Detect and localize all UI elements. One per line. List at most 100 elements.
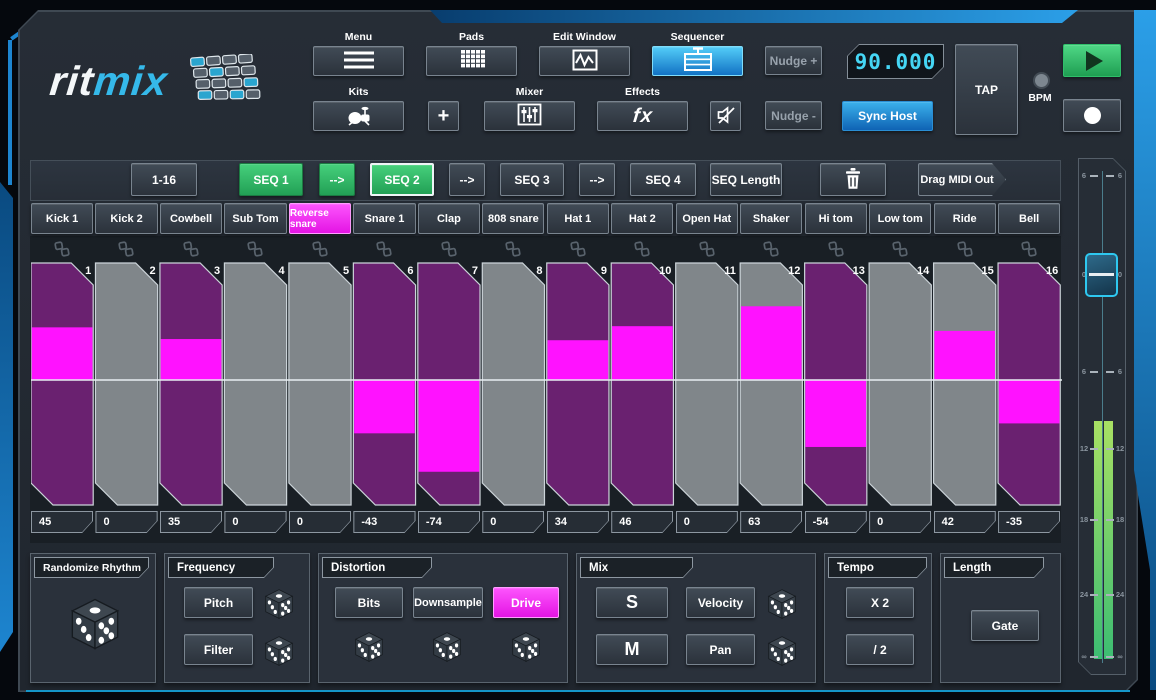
track-link-icon[interactable] xyxy=(698,240,716,258)
step-column-6[interactable]: 6 xyxy=(353,263,415,505)
downsample-dice-button[interactable] xyxy=(430,630,464,669)
nudge-minus-button[interactable]: Nudge - xyxy=(765,101,822,130)
drag-midi-out-handle[interactable]: Drag MIDI Out xyxy=(918,163,1006,196)
bits-dice-button[interactable] xyxy=(352,630,386,669)
track-button-ride[interactable]: Ride xyxy=(934,203,996,234)
track-link-icon[interactable] xyxy=(440,240,458,258)
track-link-icon[interactable] xyxy=(311,240,329,258)
track-link-icon[interactable] xyxy=(375,240,393,258)
track-link-icon[interactable] xyxy=(117,240,135,258)
track-button-hi-tom[interactable]: Hi tom xyxy=(805,203,867,234)
track-button-shaker[interactable]: Shaker xyxy=(740,203,802,234)
step-value-box-4[interactable]: 0 xyxy=(224,511,286,533)
step-value-box-2[interactable]: 0 xyxy=(95,511,157,533)
step-column-11[interactable]: 11 xyxy=(676,263,738,505)
track-link-icon[interactable] xyxy=(762,240,780,258)
tap-tempo-button[interactable]: TAP xyxy=(955,44,1018,135)
track-button-open-hat[interactable]: Open Hat xyxy=(676,203,738,234)
step-value-box-15[interactable]: 42 xyxy=(934,511,996,533)
step-value-box-7[interactable]: -74 xyxy=(418,511,480,533)
step-column-5[interactable]: 5 xyxy=(289,263,351,505)
track-link-icon[interactable] xyxy=(182,240,200,258)
track-button-hat-1[interactable]: Hat 1 xyxy=(547,203,609,234)
step-column-15[interactable]: 15 xyxy=(934,263,996,505)
seq2-chain-arrow-button[interactable]: --> xyxy=(449,163,485,196)
track-button-hat-2[interactable]: Hat 2 xyxy=(611,203,673,234)
fader-handle[interactable] xyxy=(1085,253,1118,297)
step-column-2[interactable]: 2 xyxy=(95,263,157,505)
seq4-button[interactable]: SEQ 4 xyxy=(630,163,696,196)
mute-button[interactable] xyxy=(710,101,741,131)
record-button[interactable] xyxy=(1063,99,1121,132)
step-range-button[interactable]: 1-16 xyxy=(131,163,197,196)
step-value-box-6[interactable]: -43 xyxy=(353,511,415,533)
pitch-button[interactable]: Pitch xyxy=(184,587,253,618)
seq3-chain-arrow-button[interactable]: --> xyxy=(579,163,615,196)
seq1-chain-arrow-button[interactable]: --> xyxy=(319,163,355,196)
step-value-box-16[interactable]: -35 xyxy=(998,511,1060,533)
bpm-led-indicator[interactable] xyxy=(1033,72,1050,89)
track-link-icon[interactable] xyxy=(956,240,974,258)
step-value-box-10[interactable]: 46 xyxy=(611,511,673,533)
step-column-3[interactable]: 3 xyxy=(160,263,222,505)
track-button-low-tom[interactable]: Low tom xyxy=(869,203,931,234)
nudge-plus-button[interactable]: Nudge + xyxy=(765,46,822,75)
track-link-icon[interactable] xyxy=(246,240,264,258)
track-button-clap[interactable]: Clap xyxy=(418,203,480,234)
step-column-7[interactable]: 7 xyxy=(418,263,480,505)
tempo-half-button[interactable]: / 2 xyxy=(846,634,914,665)
mute-track-button[interactable]: M xyxy=(596,634,668,665)
tempo-double-button[interactable]: X 2 xyxy=(846,587,914,618)
track-button-kick-1[interactable]: Kick 1 xyxy=(31,203,93,234)
step-value-box-12[interactable]: 63 xyxy=(740,511,802,533)
filter-button[interactable]: Filter xyxy=(184,634,253,665)
pan-button[interactable]: Pan xyxy=(686,634,755,665)
sequencer-button[interactable] xyxy=(652,46,743,76)
track-button-sub-tom[interactable]: Sub Tom xyxy=(224,203,286,234)
clear-sequence-button[interactable] xyxy=(820,163,886,196)
menu-button[interactable] xyxy=(313,46,404,76)
step-column-13[interactable]: 13 xyxy=(805,263,867,505)
track-button-kick-2[interactable]: Kick 2 xyxy=(95,203,157,234)
filter-dice-button[interactable] xyxy=(262,634,296,673)
track-button-cowbell[interactable]: Cowbell xyxy=(160,203,222,234)
step-column-14[interactable]: 14 xyxy=(869,263,931,505)
seq2-button[interactable]: SEQ 2 xyxy=(370,163,434,196)
effects-button[interactable]: fx xyxy=(597,101,688,131)
step-value-box-13[interactable]: -54 xyxy=(805,511,867,533)
pads-button[interactable] xyxy=(426,46,517,76)
step-column-8[interactable]: 8 xyxy=(482,263,544,505)
track-link-icon[interactable] xyxy=(53,240,71,258)
add-button[interactable]: + xyxy=(428,101,459,131)
seq-length-button[interactable]: SEQ Length xyxy=(710,163,782,196)
pan-dice-button[interactable] xyxy=(765,634,799,673)
track-button-snare-1[interactable]: Snare 1 xyxy=(353,203,415,234)
drive-button[interactable]: Drive xyxy=(493,587,559,618)
bits-button[interactable]: Bits xyxy=(335,587,403,618)
track-link-icon[interactable] xyxy=(827,240,845,258)
pitch-dice-button[interactable] xyxy=(262,587,296,626)
kits-button[interactable] xyxy=(313,101,404,131)
bpm-display[interactable]: 90.000 xyxy=(847,44,944,79)
track-link-icon[interactable] xyxy=(569,240,587,258)
step-value-box-14[interactable]: 0 xyxy=(869,511,931,533)
step-value-box-9[interactable]: 34 xyxy=(547,511,609,533)
step-value-box-1[interactable]: 45 xyxy=(31,511,93,533)
track-link-icon[interactable] xyxy=(504,240,522,258)
step-value-box-5[interactable]: 0 xyxy=(289,511,351,533)
downsample-button[interactable]: Downsample xyxy=(413,587,483,618)
step-column-12[interactable]: 12 xyxy=(740,263,802,505)
step-value-box-8[interactable]: 0 xyxy=(482,511,544,533)
step-column-4[interactable]: 4 xyxy=(224,263,286,505)
step-column-16[interactable]: 16 xyxy=(998,263,1060,505)
track-link-icon[interactable] xyxy=(891,240,909,258)
track-link-icon[interactable] xyxy=(1020,240,1038,258)
track-button-808-snare[interactable]: 808 snare xyxy=(482,203,544,234)
edit-window-button[interactable] xyxy=(539,46,630,76)
sync-host-button[interactable]: Sync Host xyxy=(842,101,933,131)
seq1-button[interactable]: SEQ 1 xyxy=(239,163,303,196)
drive-dice-button[interactable] xyxy=(509,630,543,669)
velocity-dice-button[interactable] xyxy=(765,587,799,626)
step-column-10[interactable]: 10 xyxy=(611,263,673,505)
step-column-9[interactable]: 9 xyxy=(547,263,609,505)
